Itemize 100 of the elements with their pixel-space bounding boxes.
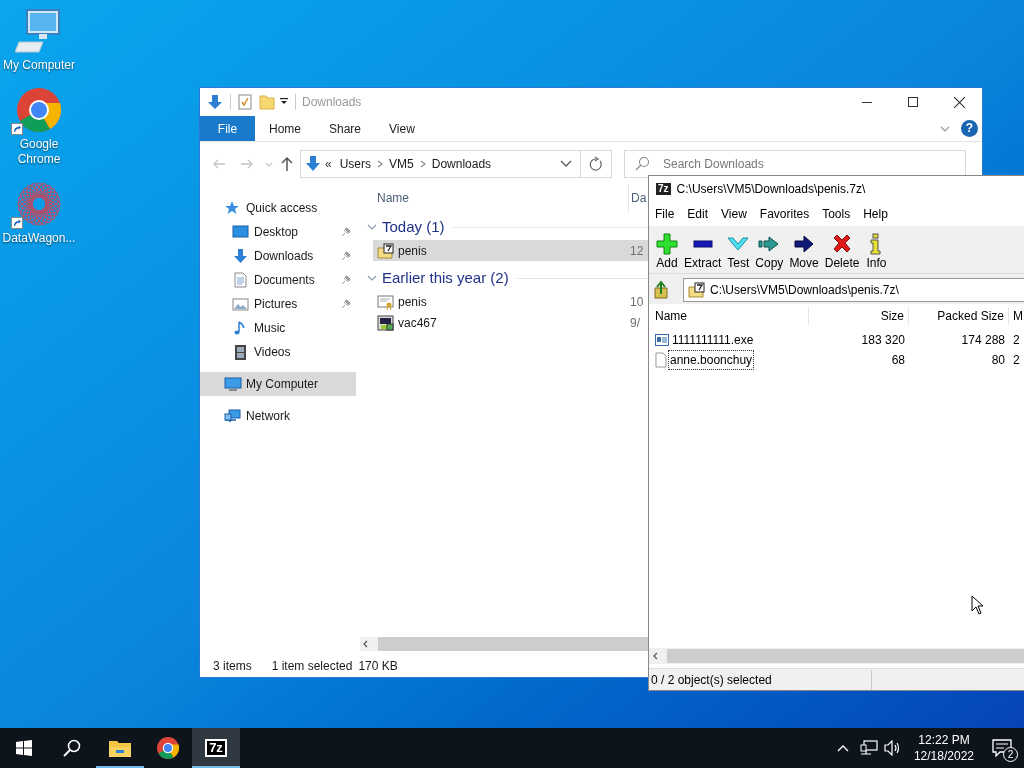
download-arrow-icon [232,248,250,264]
navigation-item[interactable]: Desktop [200,220,356,244]
menu-item[interactable]: Favorites [759,205,810,223]
clock[interactable]: 12:22 PM 12/18/2022 [907,732,980,764]
notifications-button[interactable]: 2 [980,728,1024,768]
menu-item[interactable]: Tools [822,205,851,223]
plus-icon [656,233,678,255]
up-folder-icon[interactable] [653,280,671,300]
pin-icon[interactable] [340,274,352,286]
navigation-item[interactable]: Documents [200,268,356,292]
folder-icon [108,738,132,758]
certificate-icon [377,293,395,310]
file-menu-button[interactable]: File [200,116,255,141]
horizontal-scrollbar[interactable] [649,648,1024,664]
table-cell-text: 183 320 [860,332,906,349]
table-cell-text: 174 288 [960,332,1006,349]
computer-icon[interactable] [15,8,63,54]
up-icon[interactable] [280,156,294,172]
navigation-item[interactable]: Music [200,316,356,340]
menu-item[interactable]: File [655,205,675,223]
navigation-item[interactable]: Downloads [200,244,356,268]
chrome-icon [156,736,180,760]
starburst-icon[interactable] [15,181,63,227]
navigation-item[interactable]: Pictures [200,292,356,316]
toolbar-button[interactable]: Copy [752,233,787,271]
file-row[interactable]: penis 10 [373,291,648,312]
breadcrumb[interactable]: VM5 [389,155,414,173]
table-cell-text: 2 [1012,332,1021,349]
file-name[interactable]: anne.boonchuy [669,351,754,369]
toolbar-button[interactable]: Info [862,233,891,271]
table-cell-text: 2 [1012,352,1021,369]
download-arrow-icon [305,155,321,173]
windows-logo-icon [16,740,32,756]
address-field[interactable]: C:\Users\VM5\Downloads\penis.7z\ [683,278,1024,302]
column-header[interactable]: Size [809,307,909,325]
column-header[interactable]: M [1009,307,1024,325]
table-cell-text: 10 [630,293,644,311]
search-icon [634,156,650,172]
maximize-icon [908,97,918,107]
file-row[interactable]: penis 12 [373,240,648,261]
toolbar-button[interactable]: Move [786,233,822,271]
chrome-icon[interactable] [15,87,63,133]
download-arrow-icon[interactable] [206,93,224,111]
pin-icon[interactable] [340,298,352,310]
status-text: 170 KB [358,658,398,675]
overflow-chevron[interactable]: « [325,155,332,173]
desktop-icon [232,224,250,240]
ribbon-tab[interactable]: View [375,116,429,141]
horizontal-scrollbar[interactable] [360,637,648,651]
ribbon-tab[interactable]: Share [315,116,376,141]
file-row[interactable]: vac467 9/ [373,312,648,333]
column-header[interactable]: Name [377,189,409,207]
table-cell-text: 68 [890,352,906,369]
column-header[interactable]: Da [631,189,647,207]
search-field[interactable]: Search Downloads [624,150,966,178]
dropdown-icon[interactable] [560,159,572,169]
properties-icon[interactable] [237,93,253,111]
navigation-item[interactable]: Quick access [200,196,356,220]
notification-count: 2 [1003,747,1018,762]
toolbar-button[interactable]: Delete [821,233,863,271]
group-header[interactable]: Earlier this year (2) [356,265,648,291]
file-name[interactable]: 1111111111.exe [671,331,755,349]
application-icon [655,334,669,346]
toolbar-button[interactable]: Test [724,233,753,271]
group-header[interactable]: Today (1) [356,214,648,240]
arrow-right-icon [793,233,816,255]
menu-item[interactable]: View [721,205,747,223]
file-name: penis [398,293,427,311]
breadcrumb[interactable]: Downloads [431,155,492,173]
search-icon [63,739,81,757]
breadcrumb[interactable]: Users [339,155,372,173]
address-bar[interactable]: « Users VM5 Downloads [300,150,612,178]
taskbar-app-button[interactable]: 7z [192,728,240,768]
navigation-item[interactable]: Videos [200,340,356,364]
status-text: 0 / 2 object(s) selected [651,671,773,689]
menu-item[interactable]: Edit [687,205,709,223]
network-icon [224,408,242,424]
column-header[interactable]: Name [649,307,809,325]
program-icon [377,314,395,331]
app-logo: 7z [656,183,671,195]
status-text: 1 item selected [271,658,353,675]
volume-icon[interactable] [883,740,902,756]
navigation-item[interactable]: Network [200,404,356,428]
ribbon-tab[interactable]: Home [255,116,315,141]
status-text: 3 items [213,658,252,675]
toolbar-button[interactable]: Extract [681,233,725,271]
toolbar-button[interactable]: Add [653,233,681,271]
help-button[interactable]: ? [961,120,978,137]
menu-item[interactable]: Help [863,205,888,223]
window-title: C:\Users\VM5\Downloads\penis.7z\ [676,181,866,198]
table-cell-text: 12 [630,242,644,260]
pin-icon[interactable] [340,226,352,238]
monitor-icon [224,376,242,392]
table-cell-text: 9/ [630,314,640,332]
cursor-icon [971,595,985,615]
navigation-item[interactable]: My Computer [200,372,356,396]
network-icon[interactable] [859,740,878,756]
window-title: Downloads [302,94,362,111]
column-header[interactable]: Packed Size [909,307,1009,325]
pin-icon[interactable] [340,250,352,262]
